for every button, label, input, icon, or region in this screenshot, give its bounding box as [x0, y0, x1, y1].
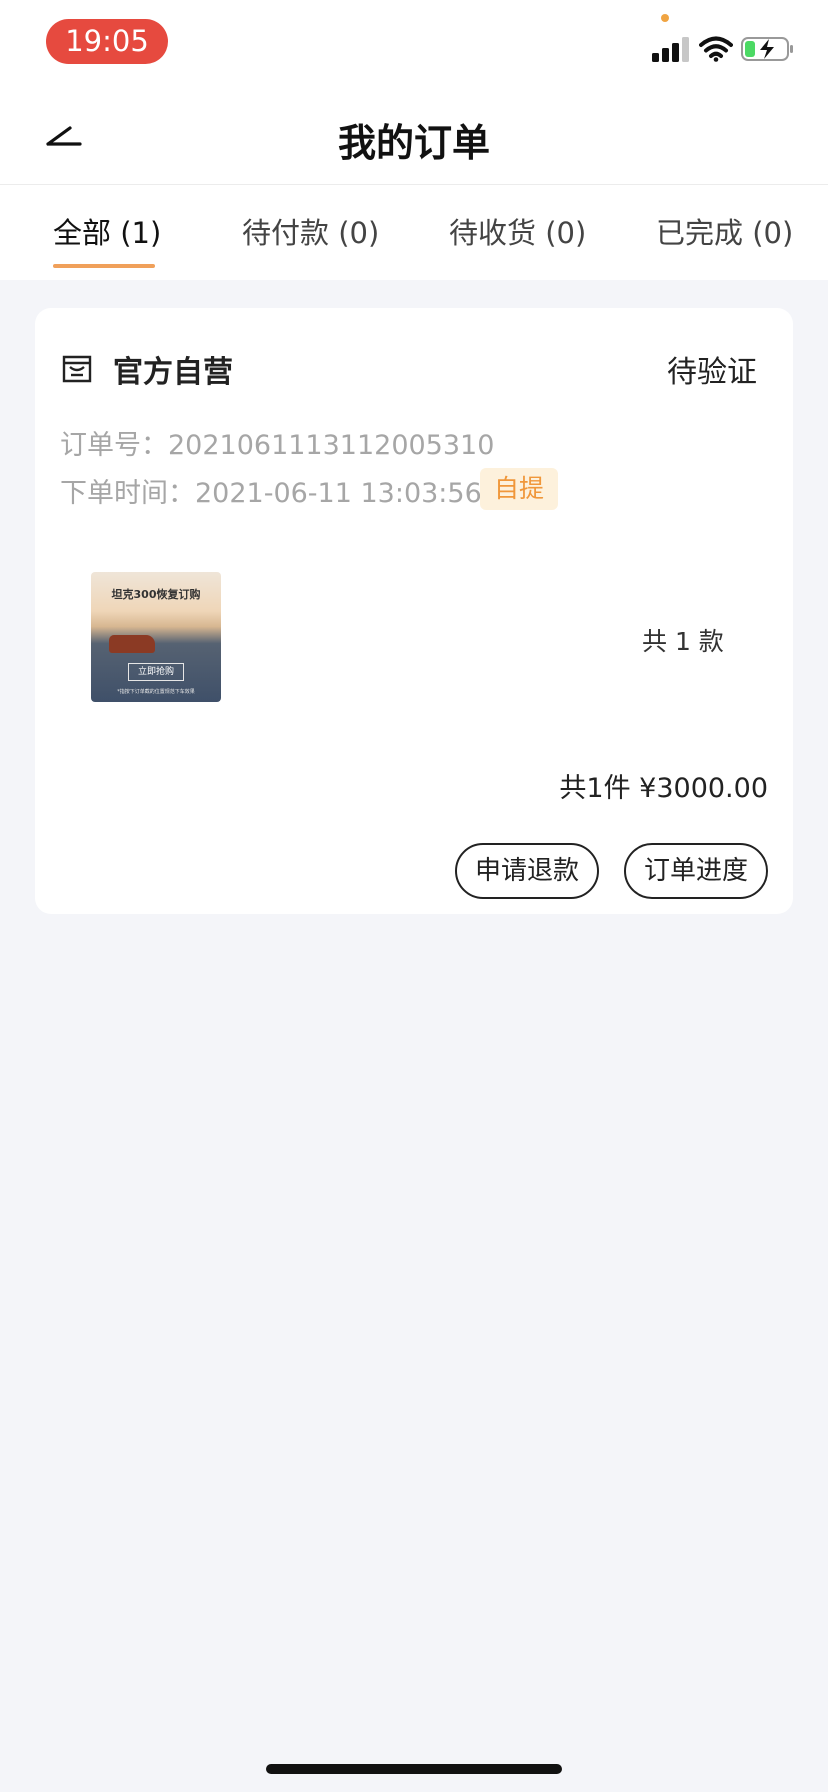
- active-tab-indicator: [53, 264, 155, 268]
- store-name: 官方自营: [113, 355, 233, 390]
- product-image-title: 坦克300恢复订购: [111, 588, 201, 601]
- store-icon: [62, 355, 92, 383]
- wifi-icon: [699, 36, 733, 62]
- order-tabs: 全部 (1) 待付款 (0) 待收货 (0) 已完成 (0): [0, 186, 828, 280]
- order-time: 2021-06-11 13:03:56: [195, 478, 482, 509]
- privacy-indicator-dot: [661, 14, 669, 22]
- tab-pending-payment[interactable]: 待付款 (0): [242, 210, 379, 252]
- order-time-line: 下单时间：2021-06-11 13:03:56: [60, 471, 482, 510]
- order-number: 2021061113112005310: [168, 430, 495, 461]
- product-car-graphic: [109, 635, 155, 653]
- order-total: 共1件 ¥3000.00: [559, 773, 768, 804]
- refund-button[interactable]: 申请退款: [455, 843, 599, 899]
- order-time-label: 下单时间：: [60, 478, 195, 509]
- order-status: 待验证: [667, 355, 757, 390]
- signal-icon: [652, 37, 690, 62]
- product-image-note: *指按下订单截的位置规范下车效果: [117, 689, 195, 695]
- tab-all[interactable]: 全部 (1): [53, 210, 161, 252]
- pickup-badge: 自提: [480, 468, 558, 510]
- header-divider: [0, 184, 828, 185]
- order-card[interactable]: 官方自营 待验证 订单号：2021061113112005310 下单时间：20…: [35, 308, 793, 914]
- item-kinds-count: 共 1 款: [642, 627, 724, 656]
- tab-pending-delivery[interactable]: 待收货 (0): [449, 210, 586, 252]
- tab-completed[interactable]: 已完成 (0): [656, 210, 793, 252]
- order-number-label: 订单号：: [60, 430, 168, 461]
- product-image-button: 立即抢购: [128, 663, 184, 681]
- page-title: 我的订单: [337, 121, 490, 165]
- top-bar: 19:05 我的订单 全部 (1) 待付款 (0) 待收货 (0) 已完成 (0…: [0, 0, 828, 280]
- home-indicator: [266, 1764, 562, 1774]
- order-progress-button[interactable]: 订单进度: [624, 843, 768, 899]
- status-time: 19:05: [46, 19, 168, 64]
- product-image[interactable]: 坦克300恢复订购 立即抢购 *指按下订单截的位置规范下车效果: [91, 572, 221, 702]
- battery-charging-icon: [741, 37, 793, 61]
- order-number-line: 订单号：2021061113112005310: [60, 423, 494, 462]
